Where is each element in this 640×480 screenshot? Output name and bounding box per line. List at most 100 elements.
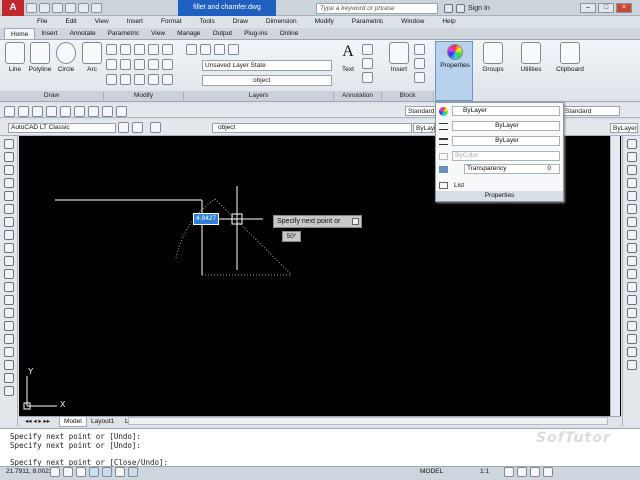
layer-control-select[interactable]: object [212, 123, 412, 133]
tab-view[interactable]: View [145, 28, 171, 39]
layer-state-select[interactable]: Unsaved Layer State [202, 60, 332, 71]
array-icon[interactable] [106, 74, 117, 85]
polyline-tool-icon[interactable] [3, 165, 14, 175]
revision-cloud-icon[interactable] [3, 230, 14, 240]
layer-select[interactable]: object [202, 75, 332, 86]
redo-icon[interactable] [78, 3, 89, 13]
menu-parametric[interactable]: Parametric [343, 16, 392, 28]
color-select[interactable]: ByLayer [452, 106, 560, 116]
close-icon[interactable]: × [616, 3, 632, 13]
plot-style-select[interactable]: ByLayer [610, 123, 638, 133]
horizontal-scrollbar[interactable] [128, 417, 608, 425]
panel-draw-label[interactable]: Draw [0, 91, 104, 101]
offset-icon[interactable] [120, 74, 131, 85]
break-point-icon[interactable] [626, 282, 637, 292]
panel-modify-label[interactable]: Modify [104, 91, 184, 101]
vertical-scrollbar[interactable] [610, 136, 620, 416]
open-file-icon[interactable] [18, 106, 29, 117]
arc-button[interactable]: Arc [79, 42, 105, 73]
new-icon[interactable] [26, 3, 37, 13]
copy-icon[interactable] [162, 44, 173, 55]
copy-tool-icon[interactable] [626, 152, 637, 162]
explode-tool-icon[interactable] [626, 360, 637, 370]
menu-dimension[interactable]: Dimension [257, 16, 306, 28]
snap-icon[interactable] [50, 467, 60, 477]
edit-block-icon[interactable] [414, 58, 425, 69]
menu-modify[interactable]: Modify [306, 16, 343, 28]
tooltip-arrow-icon[interactable] [352, 218, 359, 225]
lock-icon[interactable] [530, 467, 540, 477]
insert-button[interactable]: Insert [386, 42, 412, 73]
tab-parametric[interactable]: Parametric [102, 28, 145, 39]
save-icon[interactable] [52, 3, 63, 13]
insert-block-tool-icon[interactable] [3, 282, 14, 292]
polyline-button[interactable]: Polyline [27, 42, 53, 73]
dyn-icon[interactable] [128, 467, 138, 477]
add-selected-icon[interactable] [3, 386, 14, 396]
erase-tool-icon[interactable] [626, 139, 637, 149]
tab-model[interactable]: Model [59, 417, 87, 427]
save-file-icon[interactable] [32, 106, 43, 117]
fillet-tool-icon[interactable] [626, 334, 637, 344]
list-label[interactable]: List [454, 180, 464, 191]
extend-icon[interactable] [134, 74, 145, 85]
rotate-tool-icon[interactable] [626, 217, 637, 227]
make-block-icon[interactable] [3, 295, 14, 305]
plot-icon[interactable] [46, 106, 57, 117]
tab-output[interactable]: Output [207, 28, 239, 39]
model-space-toggle[interactable]: MODEL [420, 468, 443, 475]
application-menu-button[interactable]: A [2, 0, 24, 16]
polar-icon[interactable] [89, 467, 99, 477]
chamfer-icon[interactable] [148, 74, 159, 85]
panel-layers-label[interactable]: Layers [184, 91, 334, 101]
move-icon[interactable] [106, 44, 117, 55]
menu-edit[interactable]: Edit [56, 16, 85, 28]
lineweight-row[interactable]: ByLayer [438, 136, 562, 147]
chamfer-tool-icon[interactable] [626, 321, 637, 331]
layer-lock-icon[interactable] [228, 44, 239, 55]
open-icon[interactable] [39, 3, 50, 13]
zoom-icon[interactable] [116, 106, 127, 117]
grid-icon[interactable] [63, 467, 73, 477]
layer-off-icon[interactable] [200, 44, 211, 55]
tab-insert[interactable]: Insert [35, 28, 63, 39]
tab-home[interactable]: Home [4, 28, 36, 39]
transparency-select[interactable]: Transparency 0 [464, 164, 560, 174]
color-row[interactable]: ByLayer [438, 106, 562, 117]
pan-icon[interactable] [102, 106, 113, 117]
polygon-icon[interactable] [3, 178, 14, 188]
join-icon[interactable] [626, 308, 637, 318]
workspace-settings-icon[interactable] [118, 122, 129, 133]
extend-tool-icon[interactable] [626, 269, 637, 279]
menu-tools[interactable]: Tools [191, 16, 224, 28]
properties-button[interactable]: Properties [440, 42, 470, 69]
table-icon[interactable] [362, 72, 373, 83]
stretch-tool-icon[interactable] [626, 243, 637, 253]
erase-icon[interactable] [148, 44, 159, 55]
coordinate-readout[interactable]: 21.7911, 8.0023 [6, 468, 53, 475]
region-icon[interactable] [3, 347, 14, 357]
trim-icon[interactable] [134, 44, 145, 55]
tab-manage[interactable]: Manage [171, 28, 207, 39]
utilities-button[interactable]: Utilities [516, 42, 546, 73]
ortho-icon[interactable] [76, 467, 86, 477]
text-style-select[interactable]: Standard [405, 106, 437, 116]
layer-manager-icon[interactable] [150, 122, 161, 133]
toolbar-icon[interactable] [132, 122, 143, 133]
groups-button[interactable]: Groups [478, 42, 508, 73]
dim-style-select[interactable]: Standard [562, 106, 620, 116]
tab-annotate[interactable]: Annotate [64, 28, 102, 39]
print-icon[interactable] [91, 3, 102, 13]
explode-icon[interactable] [134, 59, 145, 70]
annotation-scale[interactable]: 1:1 [480, 468, 489, 475]
layer-freeze-icon[interactable] [214, 44, 225, 55]
trim-tool-icon[interactable] [626, 256, 637, 266]
otrack-icon[interactable] [115, 467, 125, 477]
menu-draw[interactable]: Draw [224, 16, 257, 28]
spline-icon[interactable] [3, 243, 14, 253]
menu-view[interactable]: View [86, 16, 118, 28]
menu-format[interactable]: Format [152, 16, 191, 28]
create-block-icon[interactable] [414, 44, 425, 55]
help-search-input[interactable]: Type a keyword or phrase [316, 3, 438, 14]
new-file-icon[interactable] [4, 106, 15, 117]
